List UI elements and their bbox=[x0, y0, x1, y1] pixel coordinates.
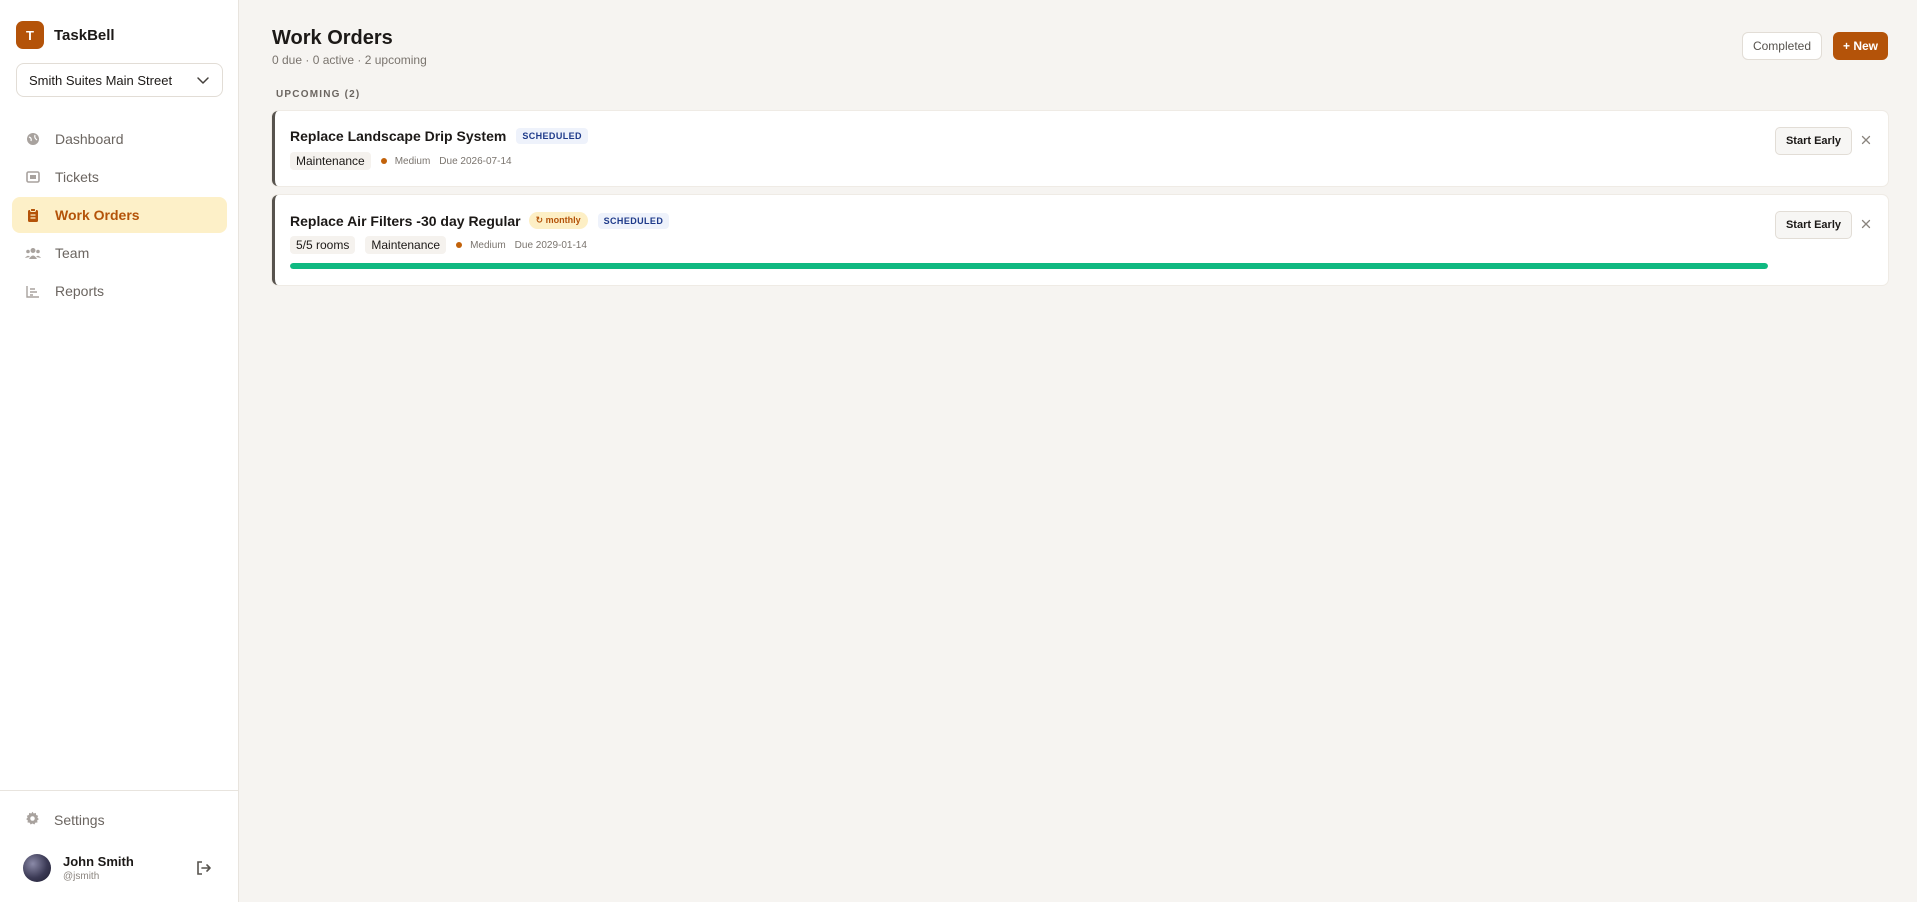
category-chip: Maintenance bbox=[290, 152, 371, 170]
brand-logo: T bbox=[16, 21, 44, 49]
due-date: Due 2026-07-14 bbox=[439, 155, 512, 167]
close-icon[interactable] bbox=[1859, 217, 1873, 231]
status-badge: SCHEDULED bbox=[597, 212, 670, 229]
recurrence-badge: ↻ monthly bbox=[528, 212, 588, 229]
priority-dot-icon bbox=[380, 158, 387, 164]
priority-label: Medium bbox=[470, 239, 506, 251]
sidebar-item-label: Work Orders bbox=[55, 207, 140, 223]
sidebar-item-label: Reports bbox=[55, 283, 105, 299]
clipboard-icon bbox=[25, 207, 41, 223]
work-order-title: Replace Landscape Drip System bbox=[290, 128, 507, 144]
progress-bar bbox=[290, 263, 1768, 269]
ticket-icon bbox=[25, 169, 41, 185]
start-early-button[interactable]: Start Early bbox=[1774, 211, 1852, 239]
main-content: Work Orders 0 due · 0 active · 2 upcomin… bbox=[240, 0, 1917, 902]
sidebar-item-work-orders[interactable]: Work Orders bbox=[12, 197, 227, 233]
sidebar-item-label: Team bbox=[55, 245, 90, 261]
progress-bar-fill bbox=[290, 263, 1768, 269]
sidebar-item-tickets[interactable]: Tickets bbox=[12, 159, 227, 195]
sidebar-item-team[interactable]: Team bbox=[12, 235, 227, 271]
user-name: John Smith bbox=[63, 854, 134, 869]
page-summary: 0 due · 0 active · 2 upcoming bbox=[272, 53, 427, 67]
brand-name: TaskBell bbox=[54, 26, 115, 44]
users-icon bbox=[25, 245, 41, 261]
user-profile: John Smith @jsmith bbox=[23, 854, 213, 882]
bar-chart-icon bbox=[25, 283, 41, 299]
completed-button[interactable]: Completed bbox=[1741, 32, 1822, 60]
sidebar: T TaskBell Smith Suites Main Street Dash… bbox=[0, 0, 239, 902]
rooms-chip: 5/5 rooms bbox=[290, 236, 356, 254]
avatar[interactable] bbox=[23, 854, 51, 882]
status-badge: SCHEDULED bbox=[516, 128, 588, 144]
priority-dot-icon bbox=[456, 242, 463, 248]
settings-label: Settings bbox=[54, 812, 105, 828]
sidebar-nav: Dashboard Tickets Work Orders Team Repor… bbox=[12, 121, 227, 311]
new-work-order-button[interactable]: + New bbox=[1832, 32, 1888, 60]
logout-icon[interactable] bbox=[195, 859, 213, 877]
card-title-row: Replace Landscape Drip System SCHEDULED bbox=[290, 128, 588, 144]
sidebar-item-dashboard[interactable]: Dashboard bbox=[12, 121, 227, 157]
location-select-value: Smith Suites Main Street bbox=[29, 72, 173, 88]
work-order-meta: 5/5 rooms Maintenance Medium Due 2029-01… bbox=[290, 236, 587, 254]
globe-icon bbox=[25, 131, 41, 147]
category-chip: Maintenance bbox=[365, 236, 447, 254]
chevron-down-icon bbox=[197, 77, 209, 84]
work-order-meta: Maintenance Medium Due 2026-07-14 bbox=[290, 152, 512, 170]
page-title: Work Orders bbox=[272, 27, 393, 49]
sidebar-item-label: Tickets bbox=[55, 169, 99, 185]
card-title-row: Replace Air Filters -30 day Regular ↻ mo… bbox=[290, 212, 670, 229]
user-handle: @jsmith bbox=[63, 871, 100, 882]
close-icon[interactable] bbox=[1859, 133, 1873, 147]
gear-icon bbox=[25, 811, 40, 829]
brand[interactable]: T TaskBell bbox=[16, 21, 115, 49]
sidebar-footer: Settings John Smith @jsmith bbox=[0, 790, 239, 902]
work-order-title: Replace Air Filters -30 day Regular bbox=[290, 212, 521, 229]
user-info: John Smith @jsmith bbox=[63, 854, 195, 882]
sidebar-item-label: Dashboard bbox=[55, 131, 124, 147]
settings-link[interactable]: Settings bbox=[25, 811, 105, 829]
start-early-button[interactable]: Start Early bbox=[1774, 127, 1852, 155]
work-order-card[interactable]: Replace Air Filters -30 day Regular ↻ mo… bbox=[272, 195, 1888, 285]
location-select[interactable]: Smith Suites Main Street bbox=[16, 63, 223, 97]
sidebar-item-reports[interactable]: Reports bbox=[12, 273, 227, 309]
due-date: Due 2029-01-14 bbox=[514, 239, 587, 251]
priority-label: Medium bbox=[394, 155, 431, 167]
section-heading-upcoming: UPCOMING (2) bbox=[276, 89, 361, 100]
work-order-card[interactable]: Replace Landscape Drip System SCHEDULED … bbox=[272, 111, 1888, 186]
